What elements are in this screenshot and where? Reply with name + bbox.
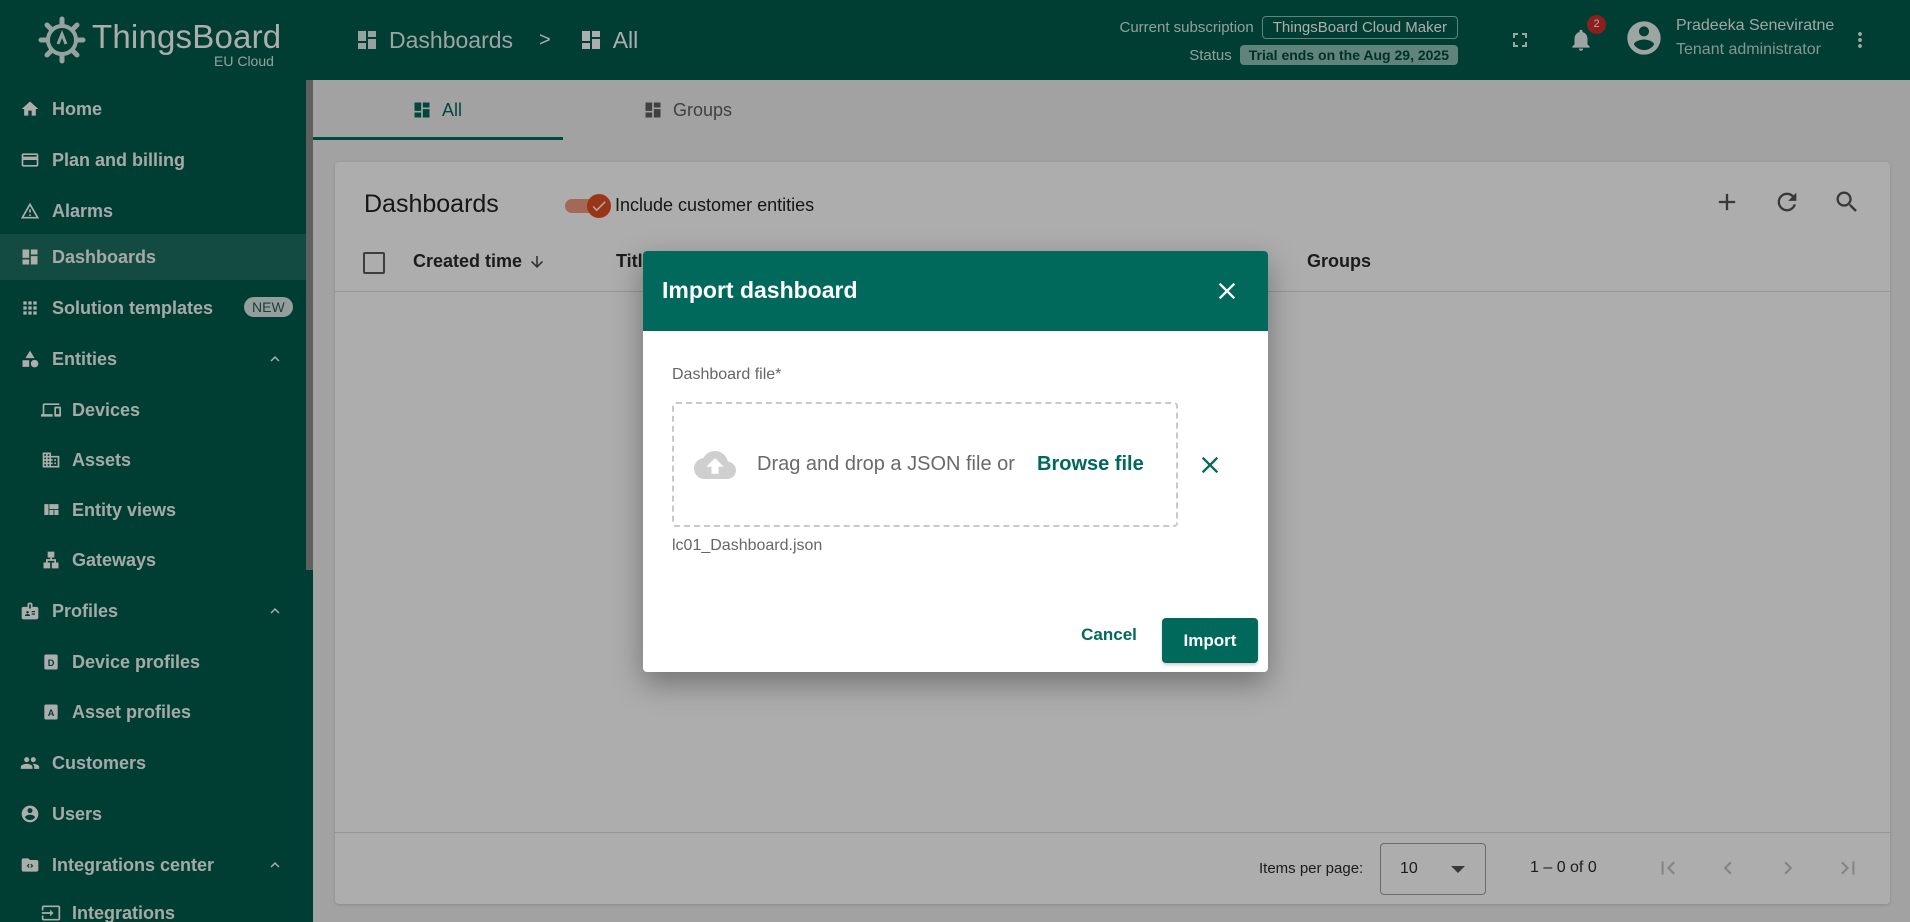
browse-file-link[interactable]: Browse file [1037,453,1144,476]
close-icon[interactable] [1213,277,1241,305]
dialog-header: Import dashboard [643,251,1268,331]
selected-file-name: lc01_Dashboard.json [672,537,823,554]
drop-instructions: Drag and drop a JSON file or [757,453,1015,475]
cancel-button[interactable]: Cancel [1074,617,1144,653]
import-button[interactable]: Import [1162,618,1258,663]
import-dashboard-dialog: Import dashboard Dashboard file* Drag an… [643,251,1268,672]
file-drop-zone[interactable]: Drag and drop a JSON file or Browse file [672,402,1178,527]
clear-file-icon[interactable] [1196,451,1224,479]
dialog-title: Import dashboard [662,277,858,303]
cloud-upload-icon [694,449,736,481]
dashboard-file-label: Dashboard file* [672,366,782,383]
